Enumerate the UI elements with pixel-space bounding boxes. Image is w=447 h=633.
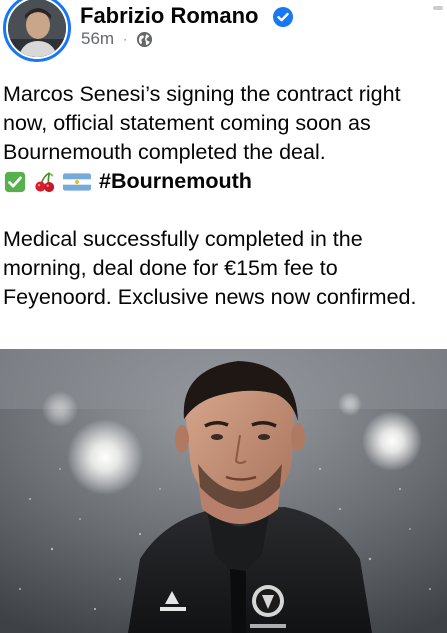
post-body: Marcos Senesi’s signing the contract rig… (3, 80, 447, 312)
post-paragraph-2: Medical successfully completed in the mo… (3, 227, 417, 309)
argentina-flag-emoji (63, 172, 91, 191)
emoji-hashtag-line: #Bournemouth (3, 167, 447, 196)
hashtag-link[interactable]: #Bournemouth (99, 167, 252, 196)
more-options-button[interactable] (433, 6, 443, 10)
post-header: Fabrizio Romano 56m · (0, 0, 447, 66)
avatar-image (8, 0, 66, 57)
post-time[interactable]: 56m (81, 29, 114, 49)
cherries-emoji (35, 171, 55, 192)
post-paragraph-1: Marcos Senesi’s signing the contract rig… (3, 82, 401, 164)
globe-icon (137, 31, 153, 47)
verified-badge-icon (273, 7, 293, 27)
meta-separator: · (123, 32, 128, 46)
post-photo[interactable] (0, 349, 447, 633)
author-name[interactable]: Fabrizio Romano (80, 3, 258, 29)
check-mark-emoji (4, 171, 26, 192)
avatar[interactable] (3, 0, 71, 62)
post-meta: 56m · (81, 29, 153, 49)
